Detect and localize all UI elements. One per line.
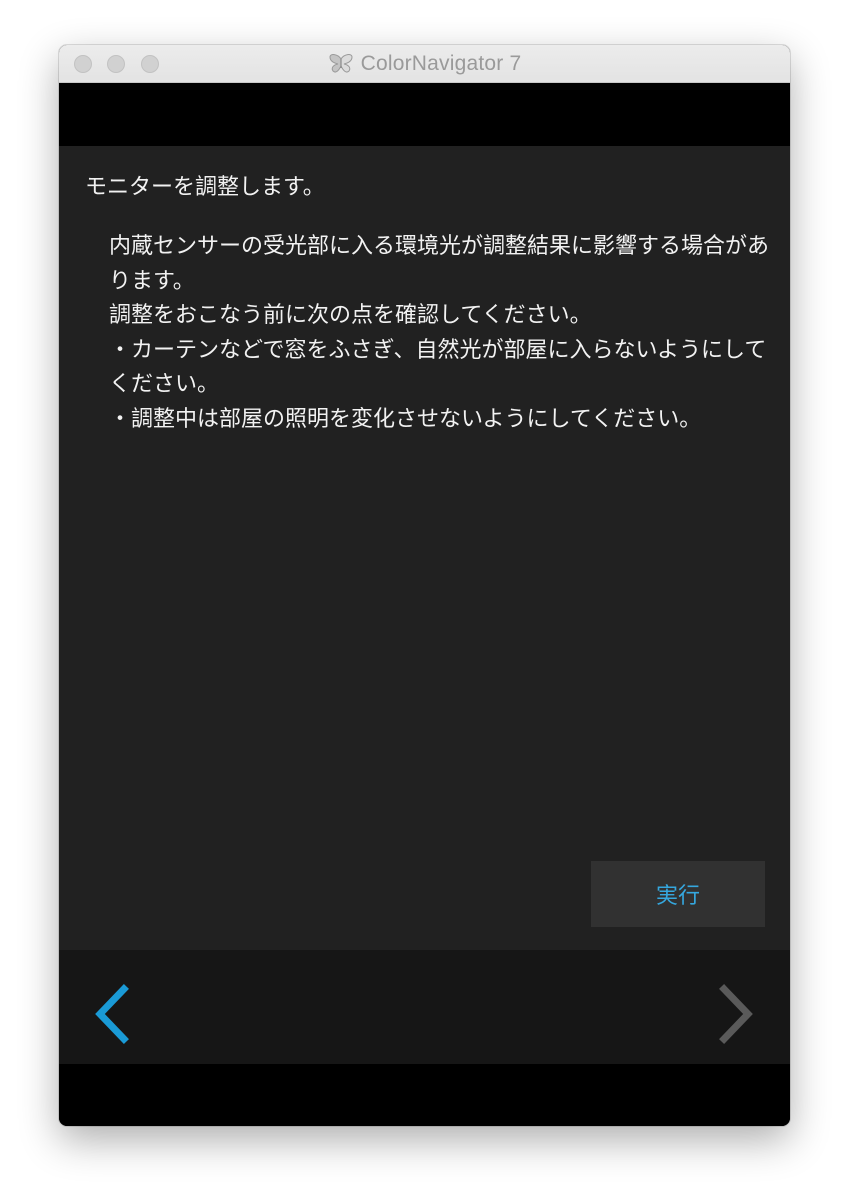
title-bar[interactable]: ColorNavigator 7 — [59, 45, 790, 83]
butterfly-app-icon — [329, 54, 353, 73]
navigation-bar — [59, 950, 790, 1064]
instruction-paragraph: 調整をおこなう前に次の点を確認してください。 — [109, 303, 592, 329]
app-window: ColorNavigator 7 モニターを調整します。 内蔵センサーの受光部に… — [59, 45, 790, 1126]
instruction-bullet: ・調整中は部屋の照明を変化させないようにしてください。 — [109, 406, 702, 432]
chevron-left-icon[interactable] — [90, 984, 134, 1044]
main-panel: モニターを調整します。 内蔵センサーの受光部に入る環境光が調整結果に影響する場合… — [59, 146, 790, 950]
header-band — [59, 83, 790, 146]
instruction-paragraph: 内蔵センサーの受光部に入る環境光が調整結果に影響する場合があります。 — [109, 234, 770, 294]
instructions-text: 内蔵センサーの受光部に入る環境光が調整結果に影響する場合があります。 調整をおこ… — [109, 230, 771, 438]
instruction-bullet: ・カーテンなどで窓をふさぎ、自然光が部屋に入らないようにしてください。 — [109, 337, 767, 398]
page-heading: モニターを調整します。 — [85, 175, 325, 200]
run-button[interactable]: 実行 — [591, 861, 765, 927]
window-title-group: ColorNavigator 7 — [59, 45, 790, 83]
footer-band — [59, 1064, 790, 1126]
window-title: ColorNavigator 7 — [360, 52, 522, 75]
chevron-right-icon[interactable] — [714, 984, 758, 1044]
